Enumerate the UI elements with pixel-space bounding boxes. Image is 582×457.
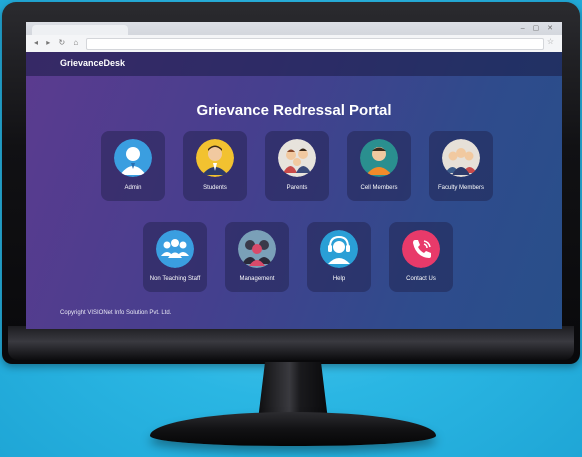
tile-label: Cell Members: [360, 185, 398, 191]
tile-label: Help: [332, 276, 346, 282]
tile-students[interactable]: Students: [183, 131, 247, 201]
tile-parents[interactable]: Parents: [265, 131, 329, 201]
tile-label: Management: [239, 276, 275, 282]
browser-tab[interactable]: [32, 25, 128, 35]
tile-management[interactable]: Management: [225, 222, 289, 292]
cell-members-avatar-icon: [360, 139, 398, 177]
parents-avatar-icon: [278, 139, 316, 177]
monitor-screen: ‒ ▢ ✕ ◂ ▸ ↻ ⌂ ☆ GrievanceDesk Grievance …: [26, 22, 562, 329]
footer-copyright: Copyright VISIONet Info Solution Pvt. Lt…: [60, 310, 172, 316]
tile-faculty-members[interactable]: Faculty Members: [429, 131, 493, 201]
tile-help[interactable]: Help: [307, 222, 371, 292]
page-title: Grievance Redressal Portal: [196, 102, 392, 119]
monitor-chin: [8, 326, 574, 360]
management-group-icon: [238, 230, 276, 268]
browser-toolbar: ◂ ▸ ↻ ⌂ ☆: [26, 35, 562, 53]
staff-group-icon: [156, 230, 194, 268]
tile-admin[interactable]: Admin: [101, 131, 165, 201]
window-controls[interactable]: ‒ ▢ ✕: [521, 24, 556, 32]
tile-cell-members[interactable]: Cell Members: [347, 131, 411, 201]
brand-logo-text[interactable]: GrievanceDesk: [60, 58, 125, 68]
bookmark-star-icon[interactable]: ☆: [547, 37, 554, 46]
portal-app: GrievanceDesk Grievance Redressal Portal…: [26, 52, 562, 329]
app-header: GrievanceDesk: [26, 52, 562, 76]
tile-label: Parents: [286, 185, 308, 191]
headset-icon: [320, 230, 358, 268]
students-avatar-icon: [196, 139, 234, 177]
browser-nav-icons[interactable]: ◂ ▸ ↻ ⌂: [34, 38, 81, 47]
address-bar[interactable]: [86, 38, 544, 50]
browser-chrome: ‒ ▢ ✕ ◂ ▸ ↻ ⌂ ☆: [26, 22, 562, 53]
phone-icon: [402, 230, 440, 268]
tile-contact-us[interactable]: Contact Us: [389, 222, 453, 292]
tile-label: Contact Us: [406, 276, 436, 282]
tile-label: Admin: [124, 185, 142, 191]
admin-avatar-icon: [114, 139, 152, 177]
tile-non-teaching-staff[interactable]: Non Teaching Staff: [143, 222, 207, 292]
tile-label: Non Teaching Staff: [149, 276, 201, 282]
tile-label: Faculty Members: [437, 185, 484, 191]
faculty-members-avatar-icon: [442, 139, 480, 177]
tile-label: Students: [203, 185, 227, 191]
